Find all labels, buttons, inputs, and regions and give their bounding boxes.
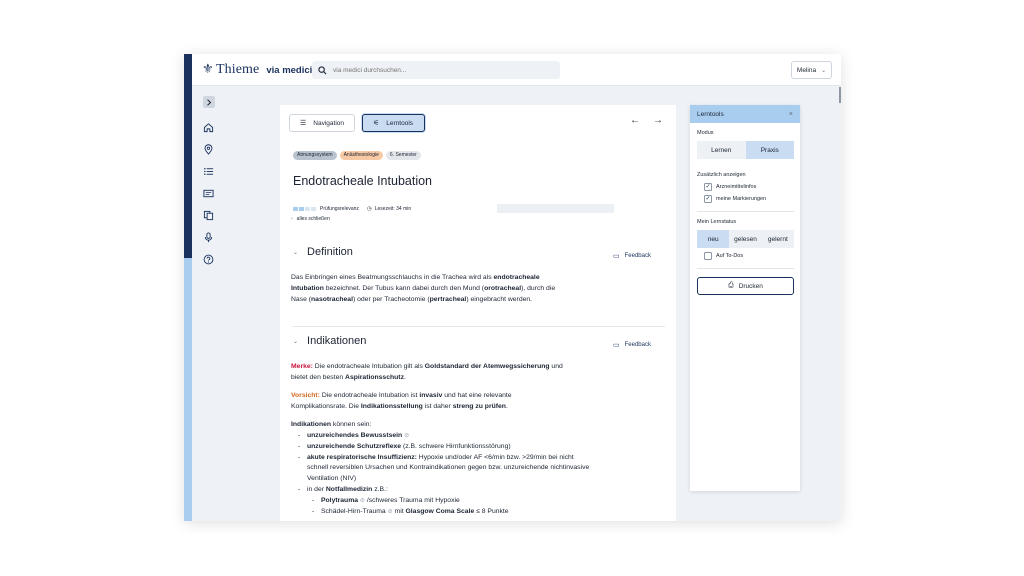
relevance-label: Prüfungsrelevanz [320,206,359,212]
status-toggle: neu gelesen gelernt [697,230,794,248]
navigation-button[interactable]: ☰ Navigation [289,114,355,132]
extra-label: Zusätzlich anzeigen [697,172,746,178]
section-indikationen-header[interactable]: ⌄ Indikationen [293,335,366,347]
list-item: in der Notfallmedizin z.B.: [291,485,591,496]
modus-lernen-button[interactable]: Lernen [697,141,746,159]
menu-icon: ☰ [300,120,307,127]
section-definition-header[interactable]: ⌄ Definition [293,246,353,258]
accent-strip-top [184,54,192,258]
logo-subtitle: via medici [266,64,313,76]
location-icon[interactable] [203,144,214,155]
chevron-down-icon: ⌄ [821,67,827,74]
user-menu-button[interactable]: Melina ⌄ [791,61,832,79]
search-bar[interactable] [312,61,560,79]
comment-icon: ▭ [613,253,620,260]
page-title: Endotracheale Intubation [293,174,432,188]
expand-sidebar-button[interactable] [203,96,215,108]
lerntools-label: Lerntools [386,119,414,127]
list-icon[interactable] [203,166,214,177]
indications-list: unzureichendes Bewusstsein ⊘ unzureichen… [291,431,591,517]
feedback-label: Feedback [624,342,651,348]
page-scrollbar[interactable] [839,87,841,103]
close-icon[interactable]: × [789,111,793,118]
status-gelernt-button[interactable]: gelernt [761,230,794,248]
checkbox-arzneimittelinfos[interactable]: ✓ Arzneimittelinfos [704,183,756,191]
status-neu-button[interactable]: neu [697,230,730,248]
sliders-icon: ⚟ [373,120,380,127]
arrow-left-icon[interactable]: ← [630,115,640,126]
section-indikationen-title: Indikationen [307,335,367,347]
check-icon: ✓ [704,195,712,203]
documents-icon[interactable] [203,210,214,221]
help-icon[interactable] [203,254,214,265]
cards-icon[interactable] [203,188,214,199]
definition-paragraph: Das Einbringen eines Beatmungsschlauchs … [291,274,556,303]
lerntools-button[interactable]: ⚟ Lerntools [362,114,425,132]
logo[interactable]: ⚜ Thieme via medici [202,62,312,78]
clock-icon: ◷ [366,206,372,212]
section-divider [292,326,665,327]
search-input[interactable] [333,66,553,74]
print-button[interactable]: ⎙ Drucken [697,277,794,295]
check-icon: ✓ [704,183,712,191]
panel-divider [697,268,794,269]
modus-praxis-button[interactable]: Praxis [745,141,794,159]
link-icon[interactable]: ⊘ [404,433,409,439]
vorsicht-box: Vorsicht: Die endotracheale Intubation i… [291,392,512,410]
feedback-definition-button[interactable]: ▭ Feedback [613,252,651,260]
user-name: Melina [796,66,817,74]
home-icon[interactable] [203,122,214,133]
merke-box: Merke: Die endotracheale Intubation gilt… [291,363,563,381]
tag-atmungssystem[interactable]: Atmungssystem [293,151,337,160]
list-subitem: Schädel-Hirn-Trauma ⊘ mit Glasgow Coma S… [291,507,591,518]
chevron-right-icon: › [291,216,293,222]
printer-icon: ⎙ [728,282,734,289]
chevron-down-icon: ⌄ [293,338,299,345]
print-label: Drucken [738,282,763,290]
app-window: ⚜ Thieme via medici Melina ⌄ [184,54,841,521]
section-definition-title: Definition [307,246,353,258]
list-item: unzureichende Schutzreflexe (z.B. schwer… [291,442,591,453]
article-meta: Prüfungsrelevanz ◷ Lesezeit: 34 min [293,206,411,212]
lerntools-panel: Lerntools × Modus Lernen Praxis Zusätzli… [690,105,800,491]
search-icon [318,65,327,74]
side-rail [192,86,224,521]
checkbox-empty [704,252,712,260]
thieme-logo-icon: ⚜ [202,62,214,77]
comment-icon: ▭ [613,342,620,349]
top-bar: ⚜ Thieme via medici Melina ⌄ [184,54,841,86]
list-intro: Indikationen können sein: [291,421,372,428]
logo-text: Thieme [216,62,260,77]
modus-toggle: Lernen Praxis [697,141,794,159]
chevron-down-icon: ⌄ [293,249,299,256]
panel-header: Lerntools × [690,105,800,123]
list-subitem: Polytrauma ⊘ /schweres Trauma mit Hypoxi… [291,496,591,507]
audio-player-bar[interactable] [497,204,614,213]
modus-label: Modus [697,130,714,136]
collapse-all-link[interactable]: › alles schließen [291,216,330,222]
feedback-label: Feedback [624,253,651,259]
panel-title: Lerntools [697,110,724,118]
collapse-all-label: alles schließen [296,216,330,222]
article-content: ☰ Navigation ⚟ Lerntools ← → Atmungssyst… [280,105,676,521]
navigation-label: Navigation [313,119,344,127]
list-item: akute respiratorische Insuffizienz: Hypo… [291,453,591,485]
relevance-bars [293,207,316,211]
microphone-icon[interactable] [203,232,214,243]
status-label: Mein Lernstatus [697,219,737,225]
tag-anaesthesiologie[interactable]: Anästhesiologie [339,151,383,160]
status-gelesen-button[interactable]: gelesen [729,230,762,248]
link-icon[interactable]: ⊘ [360,498,365,504]
reading-time: Lesezeit: 34 min [374,206,412,212]
arrow-right-icon[interactable]: → [653,115,663,126]
tag-semester[interactable]: 6. Semester [385,151,421,160]
checkbox-todos[interactable]: Auf To-Dos [704,252,743,260]
chevron-right-icon [207,98,212,106]
tag-list: Atmungssystem Anästhesiologie 6. Semeste… [293,151,421,160]
feedback-indikationen-button[interactable]: ▭ Feedback [613,341,651,349]
panel-divider [697,211,794,212]
checkbox-markierungen[interactable]: ✓ meine Markierungen [704,195,766,203]
list-item: unzureichendes Bewusstsein ⊘ [291,431,591,442]
